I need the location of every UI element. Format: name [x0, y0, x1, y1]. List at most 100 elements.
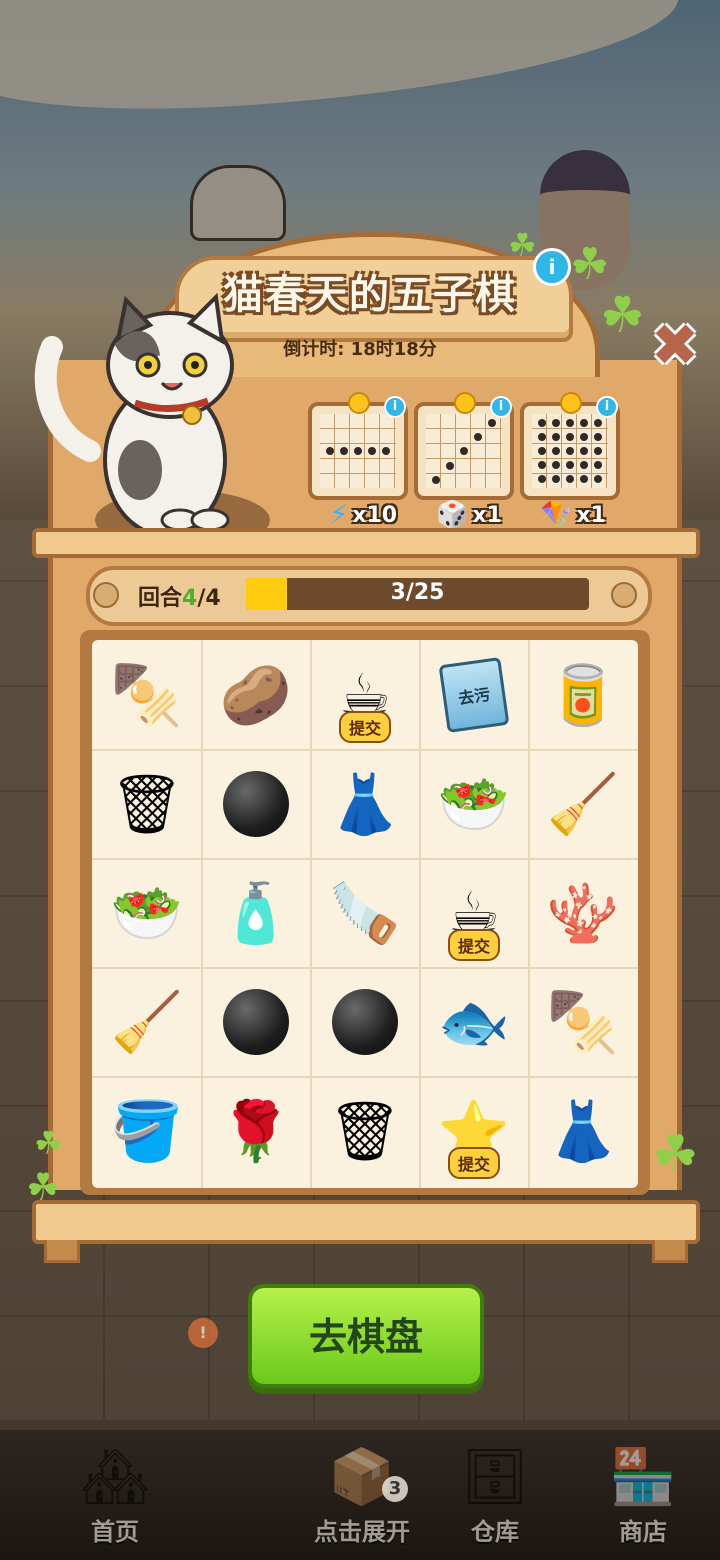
expand-badge: 3: [382, 1476, 408, 1502]
apron-icon: 👗: [328, 770, 402, 838]
pink-bucket-icon: 🪣: [110, 1097, 184, 1165]
goal-stone-dot: [552, 419, 560, 427]
storage-icon: 🗄: [460, 1445, 530, 1508]
reward-count: x1: [472, 502, 502, 528]
round-label: 回合: [138, 586, 183, 611]
goal-pattern-grid: [532, 414, 608, 488]
board-cell-rose-pot[interactable]: 🌹: [206, 1081, 306, 1181]
board-cell-fruit-bowl[interactable]: 🥗: [97, 863, 197, 963]
saw-icon: 🪚: [328, 879, 402, 947]
goal-card-full[interactable]: i: [520, 392, 620, 500]
coin-icon: [454, 392, 476, 414]
grilled-fish-plate-icon: 🍢: [110, 661, 184, 729]
teal-dress-icon: 👗: [546, 1097, 620, 1165]
black-stone-icon: [223, 989, 289, 1055]
board-cell-potato-chips[interactable]: 🥔: [206, 645, 306, 745]
propeller-icon: 🪁: [540, 500, 573, 530]
goal-stone-dot: [566, 433, 574, 441]
reward-dice: 🎲 x1: [436, 498, 502, 532]
goal-pattern-grid: [320, 414, 396, 488]
pink-mop-icon: 🧹: [546, 770, 620, 838]
grid-line: [528, 640, 530, 1188]
nav-storage[interactable]: 🗄 仓库: [430, 1442, 560, 1552]
goal-card-horizontal[interactable]: i: [308, 392, 408, 500]
cat-mascot: [34, 292, 234, 537]
nav-shop-label: 商店: [619, 1518, 667, 1546]
go-to-board-label: 去棋盘: [308, 1315, 423, 1359]
submit-button[interactable]: 提交: [338, 711, 392, 743]
board-cell-pink-bucket[interactable]: 🪣: [97, 1081, 197, 1181]
board-cell-grill-bin[interactable]: 🗑: [97, 754, 197, 854]
submit-button[interactable]: 提交: [447, 1147, 501, 1179]
screw-icon: [611, 582, 637, 608]
board-cell-saw[interactable]: 🪚: [315, 863, 415, 963]
rose-pot-icon: 🌹: [219, 1097, 293, 1165]
reward-count: x1: [576, 502, 606, 528]
black-stone-icon: [223, 771, 289, 837]
grid-line: [92, 749, 638, 751]
board-cell-apron[interactable]: 👗: [315, 754, 415, 854]
board-cell-grill-bin[interactable]: 🗑: [315, 1081, 415, 1181]
coral-plant-icon: 🪸: [546, 879, 620, 947]
coin-icon: [560, 392, 582, 414]
board-cell-paint-cans[interactable]: 🥫: [533, 645, 633, 745]
goal-stone-dot: [580, 461, 588, 469]
goal-stone-dot: [552, 447, 560, 455]
board-cell-coral-plant[interactable]: 🪸: [533, 863, 633, 963]
countdown-timer: 倒计时: 18时18分: [283, 339, 437, 360]
shop-icon: 🏪: [609, 1445, 677, 1508]
nav-expand[interactable]: 📦 点击展开: [292, 1442, 432, 1552]
goal-stone-dot: [552, 461, 560, 469]
close-icon[interactable]: ✖: [648, 316, 702, 374]
board-cell-black-stone[interactable]: [206, 754, 306, 854]
fruit-bowl-icon: 🥗: [110, 879, 184, 947]
board-cell-fruit-bowl[interactable]: 🥗: [424, 754, 524, 854]
goal-stone-dot: [566, 447, 574, 455]
info-icon[interactable]: i: [596, 396, 618, 418]
board-cell-pink-mop[interactable]: 🧹: [533, 754, 633, 854]
board-cell-grilled-fish-plate[interactable]: 🍢: [97, 645, 197, 745]
grid-line: [201, 640, 203, 1188]
grill-bin-icon: 🗑: [110, 770, 184, 838]
goal-stone-dot: [580, 475, 588, 483]
paint-cans-icon: 🥫: [546, 661, 620, 729]
goal-stone-dot: [538, 475, 546, 483]
clover-icon: ☘: [652, 1125, 699, 1185]
board-cell-lime-jug[interactable]: 🧴: [206, 863, 306, 963]
reward-energy: ⚡ x10: [330, 498, 397, 532]
round-current: 4: [182, 586, 198, 611]
board-cell-rake[interactable]: 🧹: [97, 972, 197, 1072]
cabinet-base: [32, 1200, 700, 1244]
info-icon[interactable]: i: [533, 248, 571, 286]
game-board: 🍢 🥔 ☕ 提交 去污 🥫 🗑 👗 🥗 🧹 🥗 🧴 🪚 ☕ 提交 🪸 🧹 🐟 🍢 🪣 🌹 🗑 ⭐ 提交 👗: [92, 640, 638, 1188]
goal-pattern-grid: [426, 414, 502, 488]
goal-stone-dot: [566, 419, 574, 427]
grid-line: [419, 640, 421, 1188]
nav-home[interactable]: 🏘 首页: [50, 1442, 180, 1552]
goal-card-diagonal[interactable]: i: [414, 392, 514, 500]
round-counter: 回合4/4: [138, 580, 221, 612]
info-icon[interactable]: i: [490, 396, 512, 418]
goal-stone-dot: [594, 475, 602, 483]
info-icon[interactable]: i: [384, 396, 406, 418]
grid-line: [310, 640, 312, 1188]
board-cell-blue-fish[interactable]: 🐟: [424, 972, 524, 1072]
goal-stone-dot: [552, 475, 560, 483]
dice-icon: 🎲: [436, 500, 469, 530]
nav-shop[interactable]: 🏪 商店: [578, 1442, 708, 1552]
cabinet-leg: [44, 1240, 80, 1263]
board-cell-detergent-bag[interactable]: 去污: [424, 645, 524, 745]
reward-count: x10: [352, 502, 398, 528]
goal-stone-dot: [594, 433, 602, 441]
board-cell-coffee-cup[interactable]: ☕ 提交: [315, 645, 415, 745]
board-cell-black-stone[interactable]: [315, 972, 415, 1072]
board-cell-starfish[interactable]: ⭐ 提交: [424, 1081, 524, 1181]
lightning-icon: ⚡: [330, 500, 349, 530]
goal-stone-dot: [538, 419, 546, 427]
board-cell-coffee-cup[interactable]: ☕ 提交: [424, 863, 524, 963]
board-cell-teal-dress[interactable]: 👗: [533, 1081, 633, 1181]
board-cell-black-stone[interactable]: [206, 972, 306, 1072]
clover-icon: ☘: [26, 1165, 61, 1209]
board-cell-skewers-plate[interactable]: 🍢: [533, 972, 633, 1072]
submit-button[interactable]: 提交: [447, 929, 501, 961]
